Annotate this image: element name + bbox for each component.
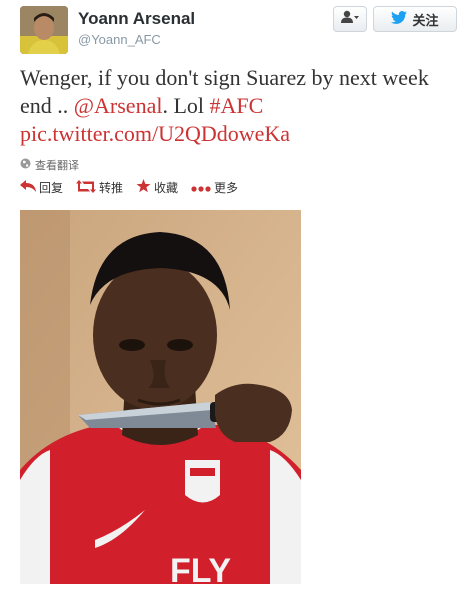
translate-link[interactable]: 查看翻译 — [20, 157, 79, 173]
tweet-text: Wenger, if you don't sign Suarez by next… — [20, 64, 450, 148]
tweet-photo[interactable]: FLY — [20, 210, 301, 584]
retweet-label: 转推 — [99, 181, 124, 195]
translate-label: 查看翻译 — [35, 160, 79, 172]
follow-button[interactable]: 关注 — [373, 6, 457, 32]
more-dots-icon — [191, 181, 211, 195]
svg-text:FLY: FLY — [170, 552, 231, 584]
globe-icon — [20, 158, 31, 172]
reply-button[interactable]: 回复 — [20, 179, 63, 196]
user-handle[interactable]: @Yoann_AFC — [78, 32, 161, 47]
mention-link[interactable]: @Arsenal — [74, 93, 163, 118]
reply-label: 回复 — [39, 181, 64, 195]
user-name[interactable]: Yoann Arsenal — [78, 9, 195, 29]
user-icon — [341, 10, 359, 29]
retweet-button[interactable]: 转推 — [76, 179, 123, 196]
more-label: 更多 — [214, 181, 239, 195]
media-link[interactable]: pic.twitter.com/U2QDdoweKa — [20, 121, 290, 146]
avatar[interactable] — [20, 6, 68, 54]
follow-label: 关注 — [412, 12, 439, 28]
tweet-actions: 回复 转推 收藏 更多 — [20, 179, 238, 196]
twitter-bird-icon — [391, 11, 408, 27]
user-actions-button[interactable] — [333, 6, 367, 32]
favorite-label: 收藏 — [154, 181, 179, 195]
hashtag-link[interactable]: #AFC — [210, 93, 264, 118]
more-button[interactable]: 更多 — [191, 179, 238, 196]
tweet-text-middle: . Lol — [162, 93, 210, 118]
reply-icon — [20, 180, 36, 195]
star-icon — [136, 179, 151, 196]
retweet-icon — [76, 179, 97, 196]
favorite-button[interactable]: 收藏 — [136, 179, 178, 196]
